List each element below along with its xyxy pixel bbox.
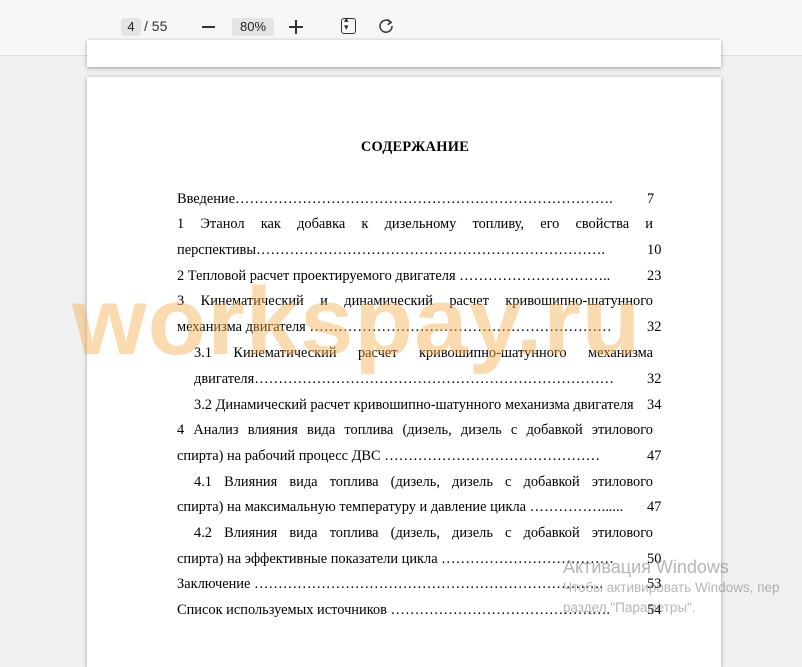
page-title: СОДЕРЖАНИЕ [360,139,470,155]
activation-title: Активация Windows [563,557,729,577]
page-number-input[interactable]: 4 [121,18,141,36]
previous-page [87,40,721,67]
toc-page-number: 23 [647,268,662,284]
toc-line: 4.1 Влияния вида топлива (дизель, дизель… [194,474,653,490]
fit-page-icon[interactable] [341,14,356,34]
toc-line: 1 Этанол как добавка к дизельному топлив… [177,216,653,232]
activation-line: раздел "Параметры". [563,600,696,615]
toc-line: 4.2 Влияния вида топлива (дизель, дизель… [194,525,653,541]
toc-page-number: 7 [647,191,655,207]
toc-line: Заключение ………………………………………………………………. [177,576,603,592]
toc-page-number: 32 [647,319,662,335]
page-total-label: / 55 [144,18,168,34]
toc-line: спирта) на рабочий процесс ДВС ………………………… [177,448,601,464]
rotate-icon[interactable] [377,17,395,35]
toc-page-number: 47 [647,499,662,515]
toc-line: перспективы………………………………………………………………. [177,242,605,258]
toc-page-number: 32 [647,371,662,387]
toc-page-number: 47 [647,448,662,464]
toc-line: Список используемых источников ………………………… [177,602,611,618]
zoom-level-field[interactable]: 80% [232,18,274,36]
toc-line: 3.2 Динамический расчет кривошипно-шатун… [194,397,634,413]
toc-line: спирта) на эффективные показатели цикла … [177,551,614,567]
toc-line: Введение……………………………………………………………………. [177,191,613,207]
windows-activation-notice: Активация Windows Чтобы активировать Win… [563,556,780,618]
minus-icon[interactable] [202,26,215,28]
plus-icon[interactable] [289,20,303,34]
watermark-text: workspay.ru [72,268,642,375]
toc-line: спирта) на максимальную температуру и да… [177,499,624,515]
toc-page-number: 34 [647,397,662,413]
toc-page-number: 10 [647,242,662,258]
toc-line: 4 Анализ влияния вида топлива (дизель, д… [177,422,653,438]
activation-line: Чтобы активировать Windows, пер [563,580,780,595]
